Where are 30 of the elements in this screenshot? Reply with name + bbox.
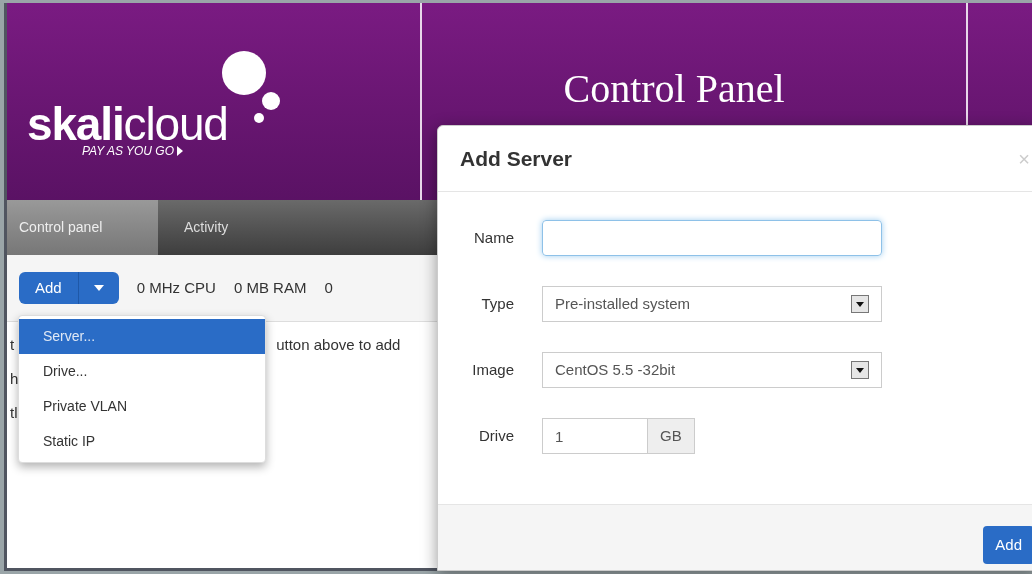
menu-item[interactable]: Private VLAN [19, 389, 265, 424]
page-title: Control Panel [563, 69, 785, 109]
dialog-title: Add Server [460, 145, 573, 172]
unit-label: GB [648, 418, 695, 454]
drive-size-field[interactable]: 1 [542, 418, 648, 454]
body-text: tl [10, 403, 18, 422]
field-label: Name [473, 227, 515, 248]
field-label: Type [480, 293, 515, 314]
body-text: utton above to add [276, 335, 401, 354]
select-field[interactable]: Pre-installed system [542, 286, 882, 322]
name-input-field[interactable] [542, 220, 882, 256]
body-text: h [10, 369, 19, 388]
body-text: t [10, 335, 15, 354]
brand-logo: skalicloud [27, 101, 228, 147]
menu-item[interactable]: Drive... [19, 354, 265, 389]
add-button[interactable]: Add [19, 272, 79, 304]
resource-stat: 0 [324, 277, 333, 298]
caret-icon [93, 285, 104, 291]
logo-tagline: PAY AS YOU GO [82, 145, 175, 157]
add-server-submit-button[interactable]: Add [983, 526, 1032, 564]
field-label: Image [471, 359, 515, 380]
dropdown-toggle-button[interactable] [78, 272, 119, 304]
menu-item[interactable]: Static IP [19, 424, 265, 459]
resource-stat: 0 MHz CPU [136, 277, 216, 298]
nav-tab[interactable]: Activity [158, 200, 255, 255]
field-label: Drive [478, 425, 515, 446]
resource-stat: 0 MB RAM [233, 277, 307, 298]
chevron-icon [176, 146, 185, 156]
menu-item[interactable]: Server... [19, 319, 265, 354]
select-field[interactable]: CentOS 5.5 -32bit [542, 352, 882, 388]
